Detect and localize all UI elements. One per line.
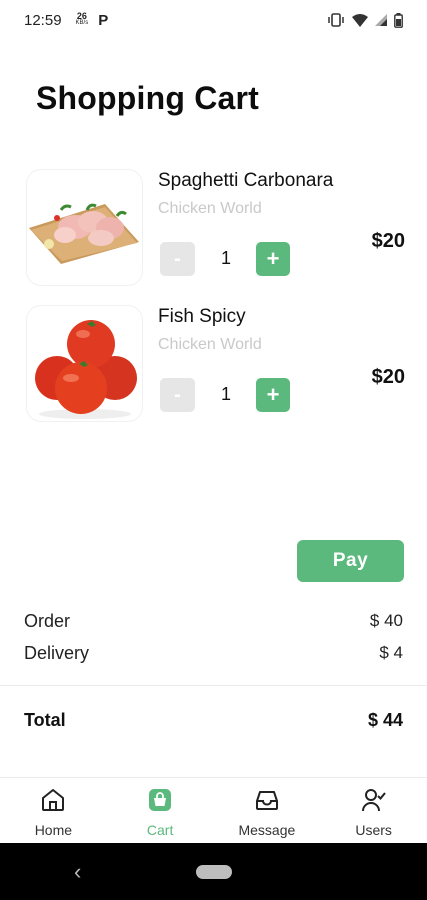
battery-icon xyxy=(394,12,403,28)
total-label: Total xyxy=(24,710,66,730)
delivery-row: Delivery $ 4 xyxy=(24,643,403,664)
item-image-chicken xyxy=(27,170,142,285)
system-home-pill[interactable] xyxy=(196,865,232,879)
network-speed-unit: KB/s xyxy=(75,20,89,26)
order-row: Order $ 40 xyxy=(24,611,403,632)
status-time: 12:59 xyxy=(24,11,62,29)
item-name: Fish Spicy xyxy=(158,306,246,327)
nav-label-home: Home xyxy=(34,822,73,838)
delivery-value: $ 4 xyxy=(379,643,403,662)
system-navigation-bar: ‹ xyxy=(0,843,427,900)
nav-item-cart[interactable]: Cart xyxy=(107,778,214,843)
bottom-nav: Home Cart Message Users xyxy=(0,777,427,843)
order-value: $ 40 xyxy=(369,611,403,630)
wifi-icon xyxy=(352,13,368,27)
delivery-label: Delivery xyxy=(24,643,90,663)
decrease-quantity-button[interactable]: - xyxy=(160,378,195,412)
nav-item-message[interactable]: Message xyxy=(214,778,321,843)
home-icon xyxy=(39,786,67,814)
nav-item-users[interactable]: Users xyxy=(320,778,427,843)
cart-item: Fish Spicy Chicken World - 1 + $20 xyxy=(0,306,427,426)
quantity-value: 1 xyxy=(220,384,231,404)
order-label: Order xyxy=(24,611,71,631)
item-price: $20 xyxy=(371,366,405,388)
nav-label-cart: Cart xyxy=(146,822,174,838)
item-image-tomatoes xyxy=(27,306,142,421)
inbox-icon xyxy=(253,786,281,814)
vibrate-icon xyxy=(328,13,344,27)
system-back-icon[interactable]: ‹ xyxy=(74,859,81,885)
decrease-quantity-button[interactable]: - xyxy=(160,242,195,276)
notification-app-icon: P xyxy=(98,11,109,29)
increase-quantity-button[interactable]: + xyxy=(256,242,290,276)
signal-icon xyxy=(375,14,387,26)
pay-button[interactable]: Pay xyxy=(297,540,404,582)
item-vendor: Chicken World xyxy=(158,200,262,217)
item-vendor: Chicken World xyxy=(158,336,262,353)
total-value: $ 44 xyxy=(367,710,403,730)
total-row: Total $ 44 xyxy=(24,710,403,731)
nav-label-message: Message xyxy=(238,822,296,838)
item-price: $20 xyxy=(371,230,405,252)
summary-divider xyxy=(0,685,427,686)
page-title: Shopping Cart xyxy=(36,80,260,116)
user-check-icon xyxy=(360,786,388,814)
cart-icon xyxy=(146,786,174,814)
increase-quantity-button[interactable]: + xyxy=(256,378,290,412)
item-name: Spaghetti Carbonara xyxy=(158,170,334,191)
status-bar: 12:59 26 KB/s P xyxy=(0,0,427,40)
network-speed-value: 26 xyxy=(76,11,87,21)
nav-item-home[interactable]: Home xyxy=(0,778,107,843)
quantity-value: 1 xyxy=(220,248,231,268)
network-speed: 26 KB/s xyxy=(75,11,89,27)
nav-label-users: Users xyxy=(355,822,392,838)
status-icons xyxy=(327,12,403,28)
cart-item: Spaghetti Carbonara Chicken World - 1 + … xyxy=(0,170,427,290)
